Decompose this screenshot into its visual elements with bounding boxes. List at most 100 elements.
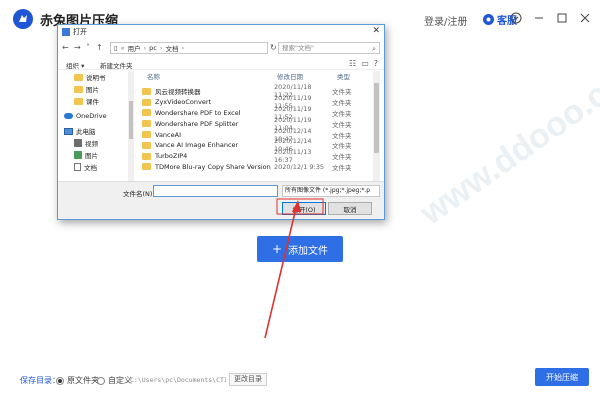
radio-unselected-icon: [97, 376, 105, 385]
save-path: C:\Users\pc\Documents\CTImageCo: [130, 376, 226, 384]
folder-icon: [142, 152, 151, 160]
filename-input[interactable]: [153, 185, 278, 197]
breadcrumb-pc[interactable]: pc: [149, 44, 157, 52]
dialog-close-icon[interactable]: ✕: [372, 26, 380, 36]
file-name: Wondershare PDF to Excel: [155, 108, 241, 117]
file-type-filter-select[interactable]: 所有图像文件 (*.jpg;*.jpeg;*.p: [282, 185, 380, 197]
file-type: 文件夹: [332, 163, 352, 172]
file-name: VanceAI: [155, 130, 181, 139]
file-row[interactable]: Wondershare PDF to Excel 2020/11/19 11:52…: [142, 105, 372, 121]
file-type: 文件夹: [332, 120, 352, 129]
nav-item-videos[interactable]: 视频: [60, 137, 128, 149]
nav-item-pictures-folder[interactable]: 图片: [60, 83, 128, 95]
file-name: TurboZIP4: [155, 152, 188, 161]
file-type-filter-value: 所有图像文件 (*.jpg;*.jpeg;*.p: [285, 187, 371, 194]
file-name: Vance AI Image Enhancer: [155, 141, 239, 150]
folder-icon: [142, 131, 151, 139]
column-header-name[interactable]: 名称: [147, 71, 160, 83]
maximize-icon[interactable]: [554, 10, 570, 26]
file-name-cell: TDMore Blu-ray Copy Share Version: [142, 163, 274, 171]
add-files-label: 添加文件: [288, 245, 329, 257]
file-list: 风云视频转换器 2020/11/18 11:22 文件夹 ZyxVideoConver…: [142, 83, 372, 173]
navigation-pane: 说明书 图片 课件 OneDrive 此电脑 视频 图片 文档: [60, 71, 128, 181]
nav-item-manuals[interactable]: 说明书: [60, 71, 128, 83]
radio-custom-label: 自定义: [108, 376, 132, 385]
file-row[interactable]: TDMore Blu-ray Copy Share Version 2020/12…: [142, 162, 372, 173]
nav-item-this-pc[interactable]: 此电脑: [60, 125, 128, 137]
view-options-icon[interactable]: ☷: [349, 59, 356, 68]
cloud-icon: [64, 113, 73, 119]
document-icon: [74, 163, 81, 171]
file-type: 文件夹: [332, 99, 352, 108]
nav-item-documents[interactable]: 文档: [60, 161, 128, 173]
close-icon[interactable]: [577, 10, 593, 26]
folder-icon: [142, 98, 151, 106]
search-placeholder: 搜索"文档": [282, 44, 314, 52]
file-name-cell: ZyxVideoConvert: [142, 98, 274, 106]
folder-icon: [142, 163, 151, 171]
dialog-bottom-area: 文件名(N): 所有图像文件 (*.jpg;*.jpeg;*.p 打开(O) 取…: [58, 181, 384, 219]
watermark: www.ddooo.com: [413, 45, 600, 233]
column-header-date[interactable]: 修改日期: [277, 71, 303, 83]
minimize-icon[interactable]: [531, 10, 547, 26]
settings-icon[interactable]: [508, 10, 524, 26]
file-row[interactable]: TurboZIP4 2020/11/13 16:37 文件夹: [142, 148, 372, 165]
folder-icon: [74, 73, 83, 81]
file-row[interactable]: VanceAI 2020/12/14 10:47 文件夹: [142, 127, 372, 143]
refresh-icon[interactable]: ↻: [270, 43, 277, 52]
file-type: 文件夹: [332, 153, 352, 162]
folder-icon: [74, 85, 83, 93]
folder-path-icon: ▯: [114, 44, 118, 52]
dialog-toolbar: 组织 ▾ 新建文件夹 ☷ ▭ ?: [58, 58, 384, 70]
file-date: 2020/11/13 16:37: [274, 148, 312, 165]
new-folder-button[interactable]: 新建文件夹: [100, 60, 133, 70]
file-type: 文件夹: [332, 88, 352, 97]
open-file-dialog: 打开 ✕ ← → ˅ ↑ ▯ « 用户 › pc › 文档 › ↻ 搜索"文档"…: [57, 24, 385, 220]
breadcrumb-users[interactable]: 用户: [128, 43, 141, 53]
support-icon: [483, 14, 494, 25]
nav-scrollbar[interactable]: [128, 71, 134, 181]
radio-original-folder[interactable]: 原文件夹: [56, 375, 99, 386]
radio-selected-icon: [56, 376, 64, 385]
video-icon: [74, 139, 82, 147]
recent-dropdown-icon[interactable]: ˅: [86, 43, 90, 52]
file-row[interactable]: ZyxVideoConvert 2020/11/19 11:55 文件夹: [142, 94, 372, 110]
login-register-link[interactable]: 登录/注册: [424, 13, 467, 28]
start-compress-button[interactable]: 开始压缩: [535, 368, 589, 386]
dialog-app-icon: [62, 28, 70, 36]
save-dir-label: 保存目录：: [20, 376, 60, 385]
back-arrow-icon[interactable]: ←: [62, 43, 69, 52]
computer-icon: [64, 127, 73, 135]
file-name: TDMore Blu-ray Copy Share Version: [155, 162, 271, 171]
nav-item-courseware[interactable]: 课件: [60, 95, 128, 107]
cancel-button[interactable]: 取消: [328, 202, 372, 215]
radio-custom-folder[interactable]: 自定义: [97, 375, 132, 386]
file-row[interactable]: Vance AI Image Enhancer 2020/12/14 10:46 文…: [142, 137, 372, 153]
file-name-cell: Wondershare PDF Splitter: [142, 120, 274, 128]
folder-icon: [142, 109, 151, 117]
file-name-cell: Vance AI Image Enhancer: [142, 141, 274, 149]
address-bar[interactable]: ▯ « 用户 › pc › 文档 ›: [110, 42, 268, 54]
file-type: 文件夹: [332, 142, 352, 151]
column-header-type[interactable]: 类型: [337, 71, 350, 83]
file-row[interactable]: 风云视频转换器 2020/11/18 11:22 文件夹: [142, 83, 372, 99]
file-name-cell: Wondershare PDF to Excel: [142, 109, 274, 117]
preview-pane-icon[interactable]: ▭: [361, 59, 369, 68]
forward-arrow-icon[interactable]: →: [74, 43, 81, 52]
file-name: ZyxVideoConvert: [155, 98, 212, 107]
search-input[interactable]: 搜索"文档" ⌕: [278, 42, 380, 54]
organize-menu[interactable]: 组织 ▾: [66, 60, 84, 70]
add-files-button[interactable]: + 添加文件: [257, 236, 343, 262]
nav-item-onedrive[interactable]: OneDrive: [60, 110, 128, 122]
file-name-cell: TurboZIP4: [142, 152, 274, 160]
nav-item-pictures[interactable]: 图片: [60, 149, 128, 161]
file-list-scrollbar[interactable]: [373, 71, 380, 181]
change-dir-button[interactable]: 更改目录: [229, 373, 267, 386]
file-row[interactable]: Wondershare PDF Splitter 2020/11/19 11:04…: [142, 116, 372, 132]
help-icon[interactable]: ?: [374, 59, 378, 68]
breadcrumb-documents[interactable]: 文档: [165, 43, 178, 53]
file-type: 文件夹: [332, 131, 352, 140]
open-button[interactable]: 打开(O): [282, 202, 326, 215]
up-arrow-icon[interactable]: ↑: [96, 43, 103, 52]
app-logo-icon: [13, 9, 33, 29]
